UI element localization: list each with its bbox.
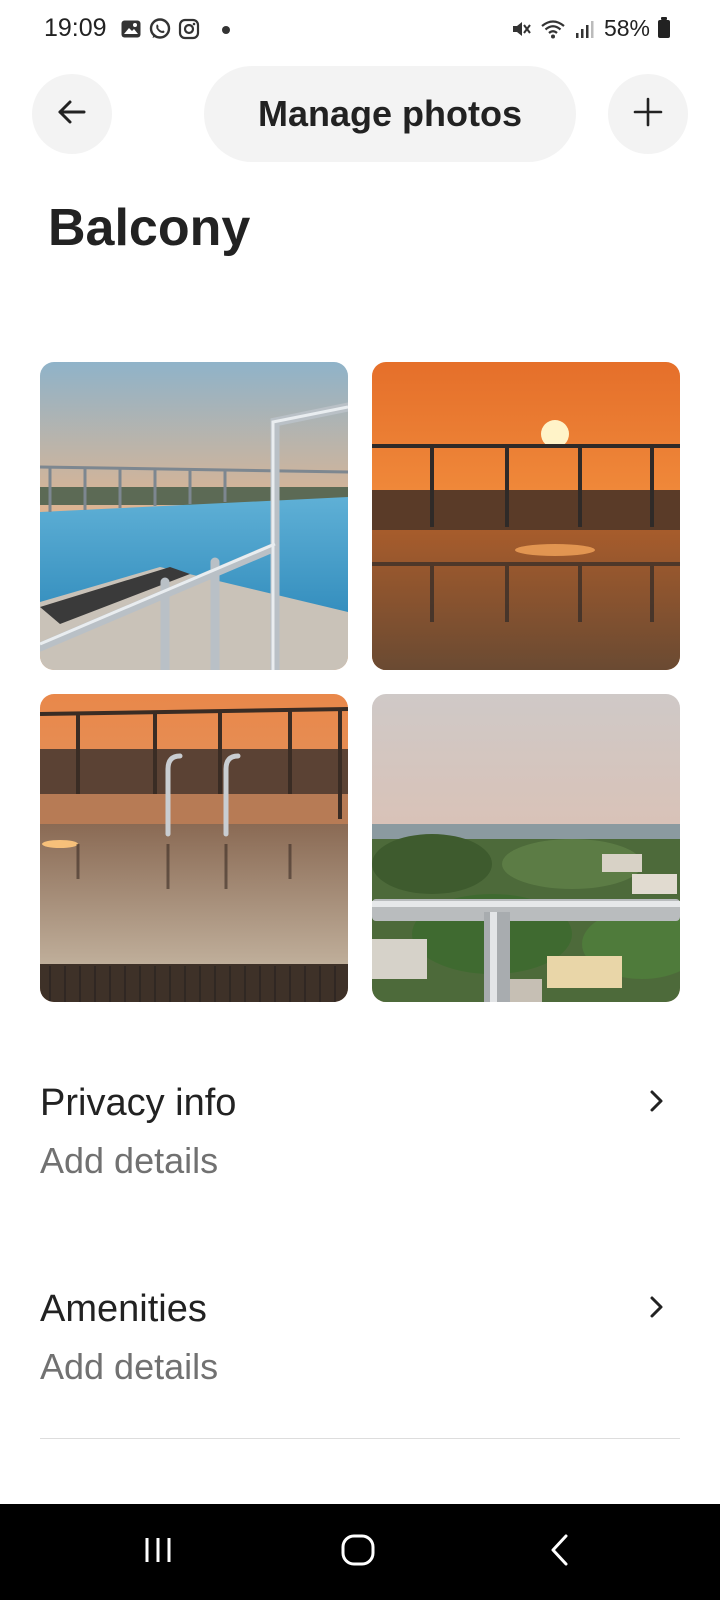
back-button[interactable] bbox=[32, 74, 112, 154]
amenities-row[interactable]: Amenities Add details bbox=[40, 1280, 680, 1420]
recents-icon bbox=[141, 1535, 175, 1570]
photo-thumbnail[interactable] bbox=[40, 694, 348, 1002]
mute-icon bbox=[510, 18, 532, 40]
home-icon bbox=[340, 1533, 376, 1572]
signal-icon bbox=[574, 18, 596, 40]
more-notifications-dot bbox=[222, 26, 230, 34]
arrow-left-icon bbox=[55, 95, 89, 134]
privacy-info-subtitle: Add details bbox=[40, 1140, 219, 1181]
status-time: 19:09 bbox=[44, 14, 107, 42]
system-indicators: 58% bbox=[510, 15, 670, 42]
instagram-icon bbox=[178, 18, 200, 40]
wifi-icon bbox=[540, 18, 566, 40]
battery-icon bbox=[658, 16, 670, 38]
home-button[interactable] bbox=[318, 1522, 398, 1582]
amenities-title: Amenities bbox=[40, 1288, 207, 1330]
amenities-subtitle: Add details bbox=[40, 1346, 219, 1387]
privacy-info-title: Privacy info bbox=[40, 1082, 237, 1124]
back-icon bbox=[548, 1533, 572, 1572]
add-photo-button[interactable] bbox=[608, 74, 688, 154]
chevron-right-icon bbox=[646, 1088, 666, 1119]
divider bbox=[40, 1438, 680, 1439]
chevron-right-icon bbox=[646, 1294, 666, 1325]
privacy-info-row[interactable]: Privacy info Add details bbox=[40, 1074, 680, 1214]
system-nav-bar bbox=[0, 1504, 720, 1600]
recents-button[interactable] bbox=[118, 1522, 198, 1582]
manage-photos-screen: 19:09 58% Manage photos Balcony Privacy … bbox=[0, 0, 720, 1600]
photo-thumbnail[interactable] bbox=[372, 362, 680, 670]
photo-thumbnail[interactable] bbox=[40, 362, 348, 670]
plus-icon bbox=[632, 96, 664, 133]
battery-percentage: 58% bbox=[603, 15, 650, 41]
page-title: Manage photos bbox=[204, 66, 576, 162]
gallery-icon bbox=[120, 18, 142, 40]
nav-back-button[interactable] bbox=[520, 1522, 600, 1582]
photo-thumbnail[interactable] bbox=[372, 694, 680, 1002]
room-title: Balcony bbox=[48, 199, 251, 257]
whatsapp-icon bbox=[148, 17, 172, 41]
notification-icons bbox=[120, 17, 200, 41]
status-bar: 19:09 58% bbox=[0, 0, 720, 60]
